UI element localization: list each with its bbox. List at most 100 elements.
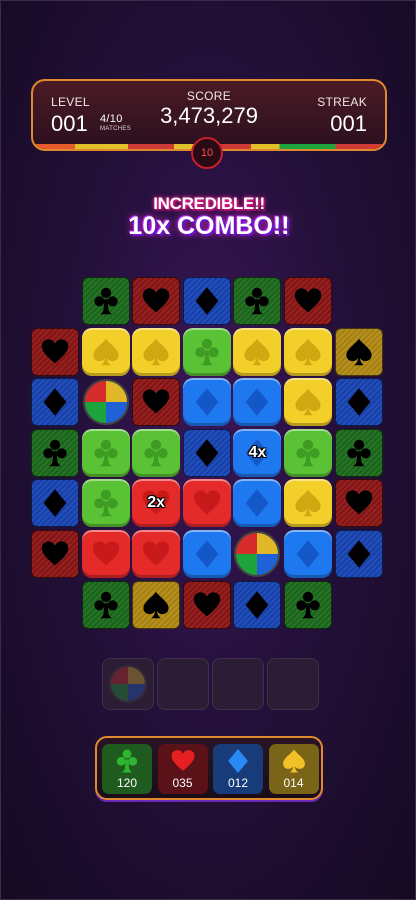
diamond-tile[interactable]: [31, 479, 79, 528]
holding-slot[interactable]: [102, 658, 154, 710]
spade-tile[interactable]: [81, 327, 130, 376]
diamond-tile[interactable]: [284, 530, 332, 578]
diamond-count: 012: [227, 776, 249, 790]
heart-tile[interactable]: 2x: [132, 479, 181, 528]
heart-tile[interactable]: [284, 277, 332, 325]
heart-icon: [92, 541, 119, 566]
diamond-tile[interactable]: [233, 580, 282, 629]
spade-count: 014: [283, 776, 304, 790]
diamond-tile[interactable]: 4x: [233, 428, 282, 477]
club-tile[interactable]: [284, 428, 332, 477]
diamond-icon: [195, 388, 219, 416]
club-icon: [93, 591, 118, 618]
spade-tile[interactable]: [233, 327, 282, 376]
spade-icon: [345, 338, 372, 365]
diamond-tile[interactable]: [182, 378, 231, 427]
diamond-icon: [195, 438, 219, 467]
spade-counter: 014: [268, 744, 319, 794]
diamond-icon: [347, 540, 370, 568]
club-tile[interactable]: [81, 277, 130, 325]
spade-tile[interactable]: [334, 327, 383, 376]
heart-icon: [345, 490, 372, 515]
diamond-icon: [245, 590, 269, 619]
holding-slot[interactable]: [212, 658, 264, 710]
diamond-tile[interactable]: [182, 530, 231, 578]
club-tile[interactable]: [132, 428, 181, 477]
combo-praise-text: INCREDIBLE!!: [153, 194, 265, 213]
heart-icon: [41, 338, 69, 363]
spade-tile[interactable]: [284, 378, 332, 427]
color-wheel-icon: [82, 379, 129, 426]
spade-icon: [282, 749, 305, 773]
diamond-tile[interactable]: [31, 378, 79, 427]
spade-icon: [143, 338, 169, 365]
move-timer: 10: [191, 137, 223, 169]
spade-icon: [295, 490, 321, 517]
heart-tile[interactable]: [132, 378, 181, 427]
spade-icon: [143, 591, 169, 618]
multiplier-badge: 2x: [147, 494, 166, 512]
diamond-icon: [245, 489, 269, 518]
club-tile[interactable]: [81, 428, 130, 477]
club-tile[interactable]: [334, 428, 383, 477]
holding-slot[interactable]: [157, 658, 209, 710]
heart-tile[interactable]: [182, 580, 231, 629]
spade-tile[interactable]: [132, 327, 181, 376]
game-screen: LEVEL 001 4/10 MATCHES SCORE 3,473,279 S…: [0, 0, 416, 900]
diamond-tile[interactable]: [182, 277, 231, 325]
diamond-icon: [43, 489, 67, 518]
club-tile[interactable]: [81, 479, 130, 528]
heart-tile[interactable]: [132, 277, 181, 325]
club-icon: [43, 439, 67, 466]
club-icon: [346, 439, 371, 466]
heart-icon: [142, 541, 170, 566]
suit-counter-tray: 120 035 012 014: [95, 736, 323, 800]
heart-counter: 035: [157, 744, 208, 794]
club-icon: [195, 338, 219, 365]
diamond-icon: [296, 540, 320, 568]
heart-icon: [171, 750, 194, 771]
club-tile[interactable]: [182, 327, 231, 376]
heart-tile[interactable]: [334, 479, 383, 528]
heart-count: 035: [172, 776, 193, 790]
color-wheel-icon: [234, 531, 281, 577]
spade-tile[interactable]: [284, 479, 332, 528]
diamond-tile[interactable]: [182, 428, 231, 477]
heart-tile[interactable]: [31, 530, 79, 578]
club-icon: [93, 439, 118, 466]
diamond-tile[interactable]: [233, 479, 282, 528]
diamond-tile[interactable]: [334, 378, 383, 427]
club-icon: [296, 591, 320, 618]
wild-wheel-tile[interactable]: [233, 530, 281, 578]
heart-icon: [294, 288, 322, 313]
wild-wheel-tile[interactable]: [82, 378, 130, 426]
club-counter: 120: [102, 744, 152, 794]
spade-tile[interactable]: [284, 327, 332, 376]
holding-slot[interactable]: [267, 658, 319, 710]
diamond-icon: [195, 540, 219, 568]
diamond-tile[interactable]: [334, 530, 383, 578]
diamond-icon: [195, 287, 219, 315]
diamond-icon: [245, 388, 269, 416]
diamond-icon: [43, 388, 67, 416]
spade-icon: [92, 338, 119, 365]
heart-tile[interactable]: [31, 327, 79, 376]
spade-tile[interactable]: [132, 580, 181, 629]
club-tile[interactable]: [284, 580, 332, 629]
club-icon: [296, 439, 320, 466]
diamond-tile[interactable]: [233, 378, 282, 427]
heart-icon: [41, 541, 69, 566]
heart-tile[interactable]: [81, 530, 130, 578]
club-icon: [144, 439, 168, 466]
heart-tile[interactable]: [182, 479, 231, 528]
spade-icon: [244, 338, 270, 365]
club-count: 120: [116, 776, 138, 790]
combo-multiplier-text: 10x COMBO!!: [128, 212, 290, 240]
spade-icon: [295, 388, 321, 416]
club-tile[interactable]: [81, 580, 130, 629]
spade-icon: [295, 338, 321, 365]
club-tile[interactable]: [233, 277, 282, 325]
heart-tile[interactable]: [132, 530, 181, 578]
club-tile[interactable]: [31, 428, 79, 477]
club-icon: [116, 749, 138, 773]
